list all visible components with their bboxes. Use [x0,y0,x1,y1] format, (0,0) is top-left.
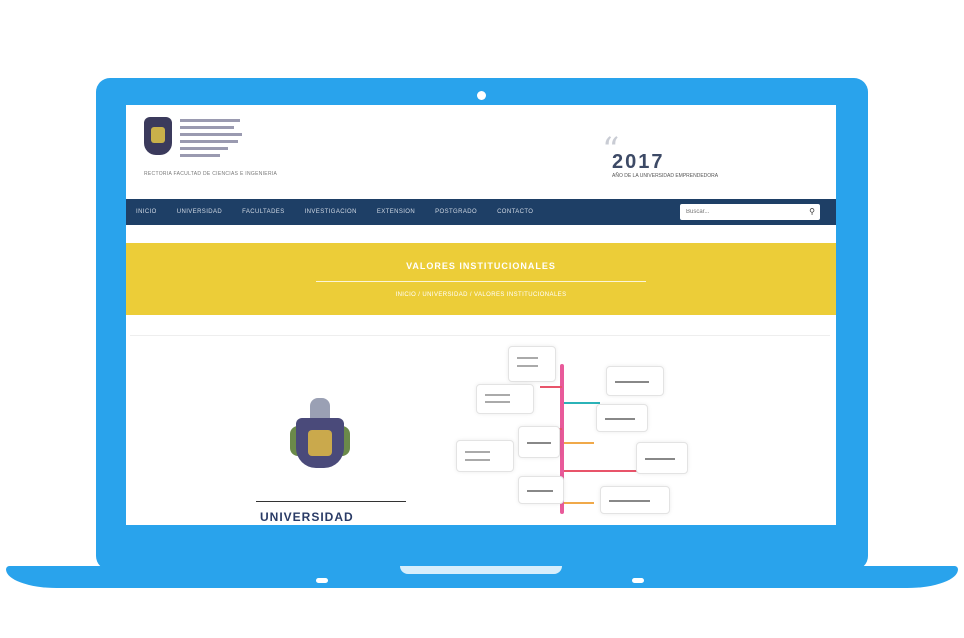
university-logo-icon[interactable] [144,117,172,155]
laptop-notch [400,566,562,574]
main-content: UNIVERSIDAD [130,335,830,525]
laptop-foot-right [632,578,644,583]
mindmap-node [600,486,670,514]
year-label: 2017 [612,151,665,173]
university-crest-image [290,394,350,480]
browser-screen: RECTORIA FACULTAD DE CIENCIAS E INGENIER… [126,105,836,525]
breadcrumb[interactable]: INICIO / UNIVERSIDAD / VALORES INSTITUCI… [126,292,836,298]
logo-wordmark [180,119,250,161]
mindmap-node [606,366,664,396]
university-name: RECTORIA FACULTAD DE CIENCIAS E INGENIER… [144,171,278,177]
banner-divider [316,281,646,282]
motto-text: UNIVERSIDAD [260,510,354,524]
mindmap-node [518,426,560,458]
search-box: ⚲ [680,204,820,220]
webcam-icon [477,91,486,100]
search-icon[interactable]: ⚲ [809,207,815,217]
site-header: RECTORIA FACULTAD DE CIENCIAS E INGENIER… [126,105,836,195]
nav-item-inicio[interactable]: INICIO [136,209,157,215]
nav-item-universidad[interactable]: UNIVERSIDAD [177,209,222,215]
motto-divider [256,501,406,502]
search-input[interactable] [680,204,798,220]
main-nav: INICIO UNIVERSIDAD FACULTADES INVESTIGAC… [126,199,836,225]
mindmap-node [508,346,556,382]
mindmap-node [596,404,648,432]
year-caption: AÑO DE LA UNIVERSIDAD EMPRENDEDORA [612,173,719,179]
nav-item-contacto[interactable]: CONTACTO [497,209,533,215]
nav-item-facultades[interactable]: FACULTADES [242,209,284,215]
mindmap-node [456,440,514,472]
laptop-foot-left [316,578,328,583]
values-mindmap-image [440,346,688,525]
nav-item-postgrado[interactable]: POSTGRADO [435,209,477,215]
year-block: “ 2017 AÑO DE LA UNIVERSIDAD EMPRENDEDOR… [602,133,792,183]
nav-item-extension[interactable]: EXTENSION [377,209,415,215]
page-banner: VALORES INSTITUCIONALES INICIO / UNIVERS… [126,243,836,315]
mindmap-node [476,384,534,414]
nav-item-investigacion[interactable]: INVESTIGACION [305,209,357,215]
mindmap-node [518,476,564,504]
page-title: VALORES INSTITUCIONALES [406,261,556,271]
mindmap-node [636,442,688,474]
